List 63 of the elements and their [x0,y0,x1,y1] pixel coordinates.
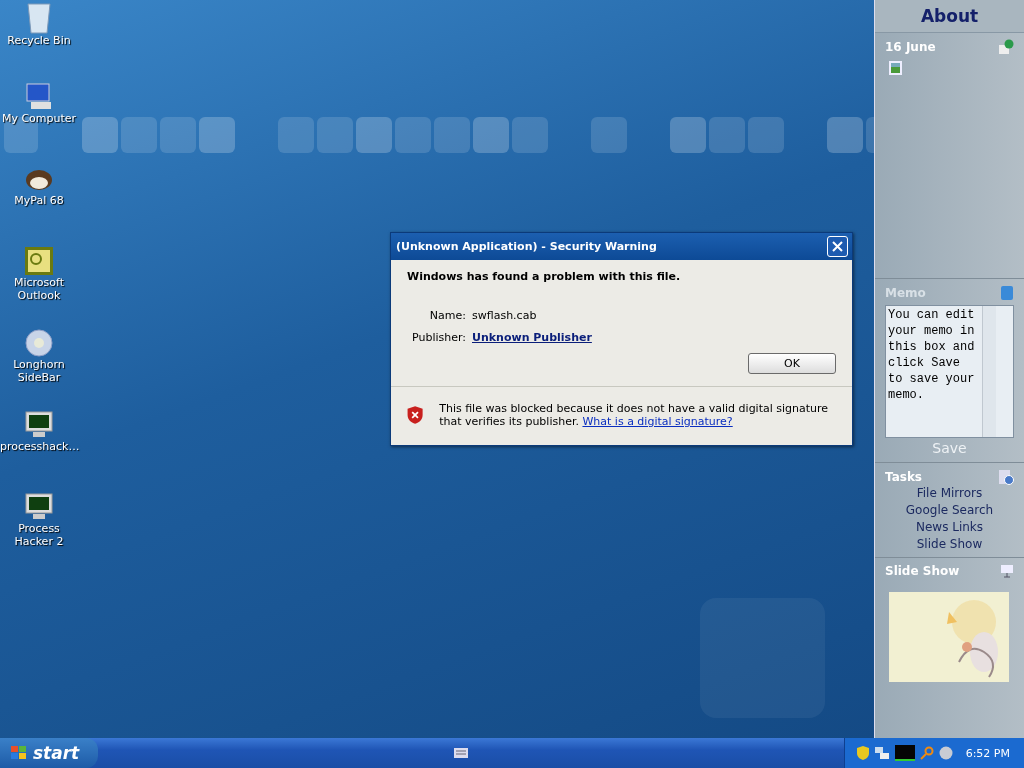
wallpaper-tile [670,117,706,153]
wallpaper-tile [827,117,863,153]
desktop-icon-label[interactable]: Longhorn SideBar [0,358,78,384]
wallpaper-tile [709,117,745,153]
disc-icon [23,328,55,358]
field-label: Publisher: [411,331,466,344]
start-button[interactable]: start [0,738,98,768]
wallpaper-tile [591,117,627,153]
wallpaper-tile [199,117,235,153]
terminal-icon[interactable] [894,745,915,761]
warning-message: This file was blocked because it does not have a valid digital signature that verifies its publisher. What is a digital signature? [439,402,830,428]
date-label: 16 June [885,40,936,54]
recycle-bin-icon [25,0,53,34]
monitor-icon [23,410,55,440]
memo-field[interactable]: You can edit your memo in this box and click Save to save your memo. [885,305,1014,438]
task-link[interactable]: Google Search [885,502,1014,519]
desktop-icon-label[interactable]: MyPal 68 [0,194,78,207]
dialog-heading: Windows has found a problem with this file. [407,270,682,283]
ok-button[interactable]: OK [748,353,836,374]
shield-icon[interactable] [856,746,869,760]
field-value: swflash.cab [472,309,537,322]
close-icon [832,241,843,252]
wallpaper-tile [512,117,548,153]
calendar-globe-icon [998,39,1014,55]
desktop-icon-label[interactable]: My Computer [0,112,78,125]
outlook-icon [24,246,54,276]
desktop-icon-label[interactable]: processhack… [0,440,78,453]
close-button[interactable] [827,236,848,257]
note-icon [1000,285,1014,301]
clipboard-clock-icon [998,469,1014,485]
wallpaper-tile [473,117,509,153]
disc-icon[interactable] [938,746,953,760]
projector-screen-icon [1000,564,1014,578]
section-title: Slide Show [885,564,960,578]
wallpaper-tile [278,117,314,153]
publisher-link[interactable]: Unknown Publisher [472,331,592,344]
wallpaper-tile [866,117,874,153]
help-link[interactable]: What is a digital signature? [582,415,733,428]
task-link[interactable]: News Links [885,519,1014,536]
windows-flag-icon [10,745,28,761]
image-icon [889,61,902,75]
wallpaper-tile [748,117,784,153]
task-link[interactable]: Slide Show [885,536,1014,553]
wallpaper-tile [434,117,470,153]
wallpaper-tile [356,117,392,153]
network-icon[interactable] [873,746,890,760]
desktop-icon-label[interactable]: Recycle Bin [0,34,78,47]
wallpaper-tile [121,117,157,153]
monitor-icon [23,492,55,522]
wallpaper-tile [317,117,353,153]
field-label: Name: [428,309,466,322]
desktop-icon-label[interactable]: Microsoft Outlook [0,276,78,302]
keyboard-icon[interactable] [453,748,468,758]
clock: 6:52 PM [965,746,1010,760]
desktop-icon-label[interactable]: Process Hacker 2 [0,522,78,548]
sidebar-title: About [920,6,979,26]
task-link[interactable]: File Mirrors [885,485,1014,502]
window-title: (Unknown Application) - Security Warning [396,240,657,253]
section-title: Tasks [885,470,922,484]
wallpaper-tile [160,117,196,153]
section-title: Memo [885,286,926,300]
wallpaper-tile [395,117,431,153]
wallpaper-tile [82,117,118,153]
